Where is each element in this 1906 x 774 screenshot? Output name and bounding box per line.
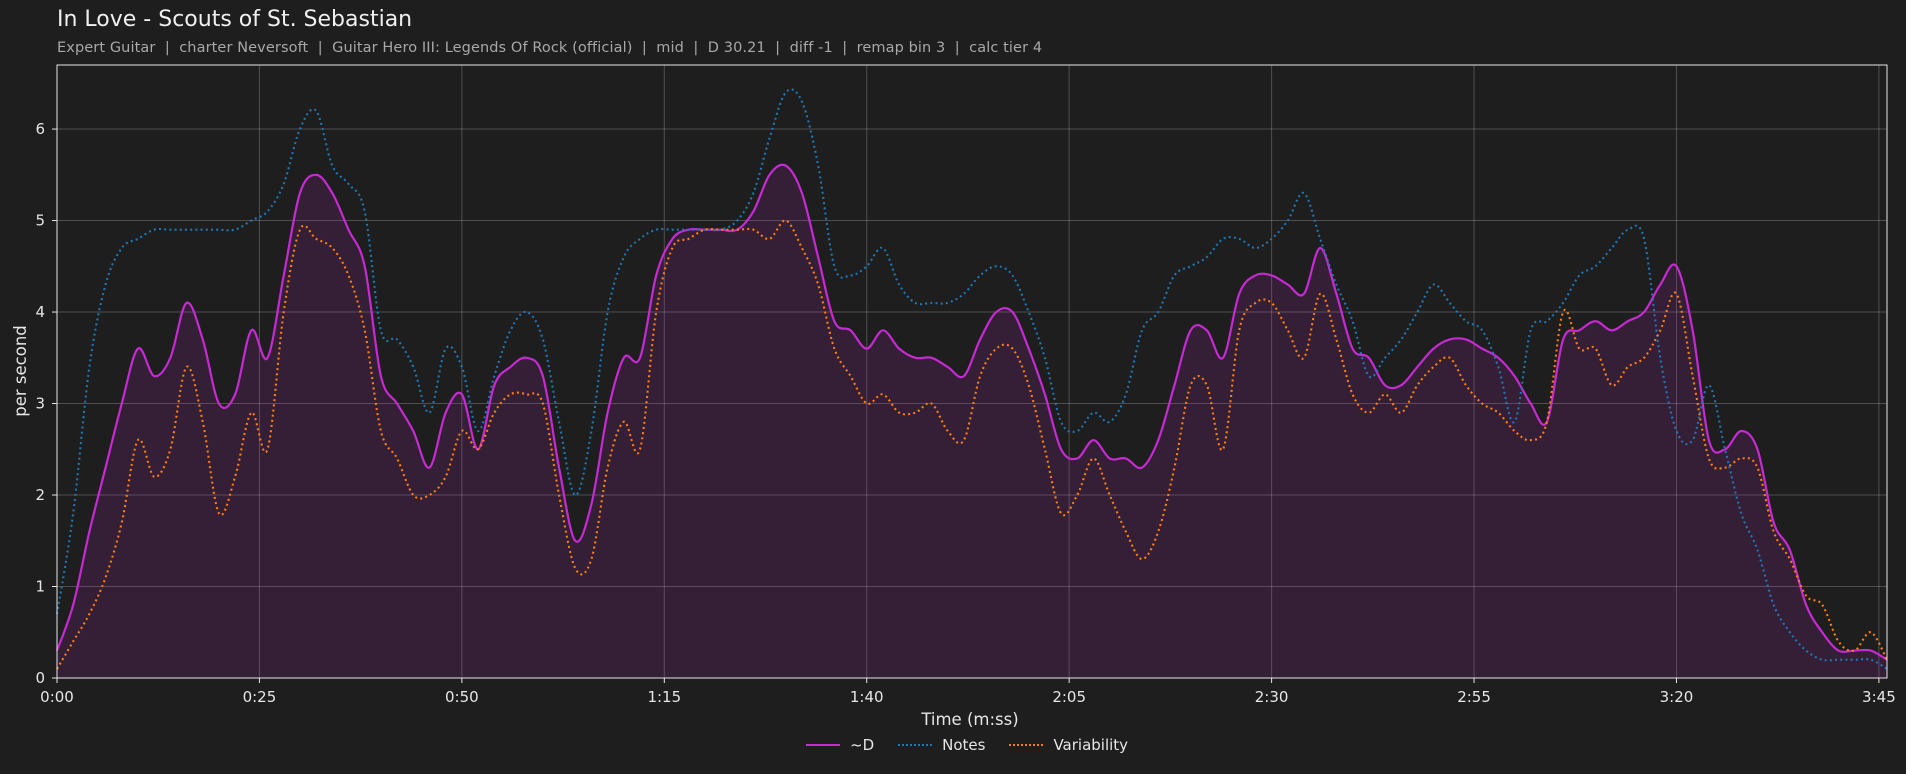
x-tick-label: 1:40 — [850, 688, 884, 706]
x-tick-label: 3:45 — [1862, 688, 1896, 706]
legend-item-notes: Notes — [898, 736, 985, 754]
legend-swatch — [806, 744, 840, 746]
y-tick-label: 0 — [35, 669, 45, 687]
y-axis-ticks: 0 1 2 3 4 5 6 — [35, 120, 57, 687]
legend-label: Notes — [942, 736, 986, 754]
x-tick-label: 2:55 — [1457, 688, 1491, 706]
legend-label: ~D — [850, 736, 875, 754]
y-tick-label: 4 — [35, 303, 45, 321]
legend: ~D Notes Variability — [806, 736, 1128, 754]
y-tick-label: 5 — [35, 212, 45, 230]
x-tick-label: 2:05 — [1052, 688, 1086, 706]
y-axis-label: per second — [11, 325, 30, 417]
x-tick-label: 0:25 — [243, 688, 277, 706]
chart-svg: 0:00 0:25 0:50 1:15 1:40 2:05 2:30 2:55 3:20 3:45… — [11, 64, 1896, 729]
legend-item-d: ~D — [806, 736, 874, 754]
legend-swatch — [898, 744, 933, 746]
x-axis-ticks: 0:00 0:25 0:50 1:15 1:40 2:05 2:30 2:55 3:20 3:45 — [40, 678, 1896, 706]
x-tick-label: 2:30 — [1255, 688, 1289, 706]
y-tick-label: 2 — [35, 486, 45, 504]
x-tick-label: 3:20 — [1660, 688, 1694, 706]
x-tick-label: 0:00 — [40, 688, 74, 706]
legend-label: Variability — [1053, 736, 1129, 754]
y-tick-label: 6 — [35, 120, 45, 138]
legend-item-variability: Variability — [1009, 736, 1128, 754]
y-tick-label: 1 — [35, 578, 45, 596]
legend-swatch — [1009, 744, 1044, 746]
x-tick-label: 0:50 — [445, 688, 479, 706]
y-tick-label: 3 — [35, 395, 45, 413]
x-axis-label: Time (m:ss) — [920, 710, 1018, 729]
x-tick-label: 1:15 — [647, 688, 681, 706]
